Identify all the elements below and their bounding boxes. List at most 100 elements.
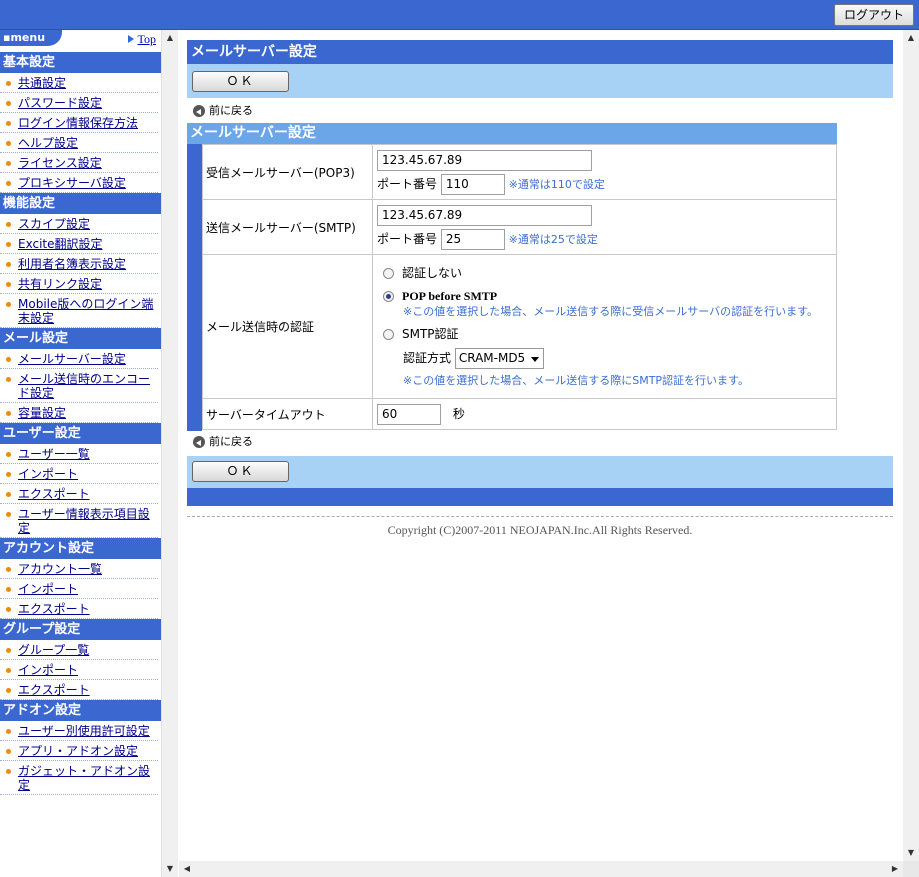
settings-table: 受信メールサーバー(POP3) 123.45.67.89 ポート番号 110 ※…: [202, 144, 837, 430]
sidebar-item[interactable]: インポート: [0, 464, 158, 484]
back-link-bottom[interactable]: 前に戻る: [193, 434, 253, 450]
vertical-scrollbar[interactable]: ▲ ▼: [903, 30, 919, 861]
radio-none[interactable]: [383, 267, 394, 279]
page-title: メールサーバー設定: [187, 40, 893, 64]
sidebar-item-link[interactable]: ヘルプ設定: [18, 136, 78, 150]
sidebar-item[interactable]: アプリ・アドオン設定: [0, 741, 158, 761]
auth-none-option[interactable]: 認証しない: [383, 266, 832, 281]
sidebar-item-link[interactable]: ガジェット・アドオン設定: [18, 764, 150, 792]
sidebar-item[interactable]: エクスポート: [0, 484, 158, 504]
sidebar-item[interactable]: インポート: [0, 579, 158, 599]
smtp-port-label: ポート番号: [377, 231, 438, 246]
sidebar-item[interactable]: パスワード設定: [0, 93, 158, 113]
sidebar-item[interactable]: ユーザー一覧: [0, 444, 158, 464]
sidebar-section-title: ユーザー設定: [0, 423, 161, 444]
sidebar-item-link[interactable]: スカイプ設定: [18, 217, 90, 231]
ok-button-top[interactable]: ＯＫ: [192, 71, 289, 92]
ok-bar-bottom: ＯＫ: [187, 456, 893, 488]
scroll-left-icon[interactable]: ◀: [179, 861, 195, 877]
radio-smtp[interactable]: [383, 328, 394, 340]
form-title: メールサーバー設定: [187, 123, 837, 144]
sidebar-item[interactable]: メール送信時のエンコード設定: [0, 369, 158, 403]
auth-method-label: 認証方式: [403, 350, 452, 365]
smtp-host-input[interactable]: 123.45.67.89: [377, 204, 592, 226]
sidebar-item[interactable]: グループ一覧: [0, 640, 158, 660]
sidebar-item-link[interactable]: 容量設定: [18, 406, 66, 420]
sidebar-section-title: アカウント設定: [0, 538, 161, 559]
sidebar-nav: 基本設定 共通設定 パスワード設定 ログイン情報保存方法 ヘルプ設定 ライセンス設定 プロキ…: [0, 52, 161, 795]
sidebar-item[interactable]: 共有リンク設定: [0, 274, 158, 294]
sidebar-item[interactable]: スカイプ設定: [0, 214, 158, 234]
scroll-up-icon[interactable]: ▲: [903, 30, 919, 46]
sidebar-item[interactable]: 共通設定: [0, 73, 158, 93]
sidebar-item-link[interactable]: グループ一覧: [18, 643, 89, 657]
smtp-port-input[interactable]: 25: [440, 228, 505, 250]
timeout-label: サーバータイムアウト: [202, 398, 373, 430]
sidebar-item-link[interactable]: ユーザー情報表示項目設定: [18, 507, 150, 535]
sidebar-item[interactable]: 利用者名簿表示設定: [0, 254, 158, 274]
sidebar-item[interactable]: プロキシサーバ設定: [0, 173, 158, 193]
auth-smtp-label: SMTP認証: [402, 326, 459, 341]
sidebar-item-link[interactable]: エクスポート: [18, 602, 90, 616]
sidebar-item-link[interactable]: Mobile版へのログイン端末設定: [18, 297, 153, 325]
sidebar-item-link[interactable]: エクスポート: [18, 683, 90, 697]
back-link-top[interactable]: 前に戻る: [193, 103, 253, 119]
sidebar-item[interactable]: Mobile版へのログイン端末設定: [0, 294, 158, 328]
scroll-up-icon[interactable]: ▲: [162, 30, 178, 46]
timeout-input[interactable]: 60: [377, 403, 441, 425]
sidebar-item[interactable]: 容量設定: [0, 403, 158, 423]
auth-pop-option[interactable]: POP before SMTP: [383, 289, 832, 304]
logout-button[interactable]: ログアウト: [834, 4, 914, 26]
sidebar-item[interactable]: メールサーバー設定: [0, 349, 158, 369]
pop3-port-input[interactable]: 110: [440, 173, 505, 195]
sidebar-item-link[interactable]: 利用者名簿表示設定: [18, 257, 126, 271]
sidebar-item-link[interactable]: メール送信時のエンコード設定: [18, 372, 150, 400]
sidebar-item-link[interactable]: ログイン情報保存方法: [18, 116, 138, 130]
sidebar-item[interactable]: ユーザー別使用許可設定: [0, 721, 158, 741]
auth-none-label: 認証しない: [402, 265, 463, 280]
sidebar-item[interactable]: ライセンス設定: [0, 153, 158, 173]
sidebar-item[interactable]: エクスポート: [0, 680, 158, 700]
pop3-note: ※通常は110で設定: [508, 177, 605, 191]
smtp-label: 送信メールサーバー(SMTP): [202, 199, 373, 255]
radio-pop[interactable]: [383, 290, 394, 302]
timeout-unit: 秒: [452, 406, 465, 421]
sidebar-item-link[interactable]: インポート: [18, 663, 78, 677]
sidebar-item-link[interactable]: プロキシサーバ設定: [18, 176, 126, 190]
pop3-host-input[interactable]: 123.45.67.89: [377, 149, 592, 171]
sidebar-item-link[interactable]: ライセンス設定: [18, 156, 102, 170]
scroll-down-icon[interactable]: ▼: [903, 845, 919, 861]
sidebar-item[interactable]: ヘルプ設定: [0, 133, 158, 153]
sidebar-item-link[interactable]: 共有リンク設定: [18, 277, 102, 291]
sidebar-item-link[interactable]: パスワード設定: [18, 96, 102, 110]
sidebar-item[interactable]: インポート: [0, 660, 158, 680]
auth-label: メール送信時の認証: [202, 254, 373, 399]
scroll-down-icon[interactable]: ▼: [162, 861, 178, 877]
auth-smtp-option[interactable]: SMTP認証: [383, 327, 832, 342]
horizontal-scrollbar[interactable]: ◀ ▶: [179, 861, 903, 877]
top-link[interactable]: Top: [127, 32, 156, 47]
sidebar-item[interactable]: ガジェット・アドオン設定: [0, 761, 158, 795]
auth-method-select[interactable]: CRAM-MD5: [454, 347, 545, 369]
sidebar-item-link[interactable]: メールサーバー設定: [18, 352, 126, 366]
sidebar-item-link[interactable]: アカウント一覧: [18, 562, 102, 576]
auth-pop-note: ※この値を選択した場合、メール送信する際に受信メールサーバの認証を行います。: [403, 304, 819, 318]
sidebar-item-link[interactable]: ユーザー別使用許可設定: [18, 724, 150, 738]
sidebar-item-link[interactable]: 共通設定: [18, 76, 66, 90]
sidebar-item[interactable]: ユーザー情報表示項目設定: [0, 504, 158, 538]
sidebar-item-link[interactable]: インポート: [18, 467, 78, 481]
sidebar-item-link[interactable]: インポート: [18, 582, 78, 596]
sidebar-item[interactable]: アカウント一覧: [0, 559, 158, 579]
sidebar-item-link[interactable]: Excite翻訳設定: [18, 237, 103, 251]
sidebar-item-link[interactable]: エクスポート: [18, 487, 90, 501]
sidebar-item-link[interactable]: ユーザー一覧: [18, 447, 90, 461]
scroll-right-icon[interactable]: ▶: [887, 861, 903, 877]
sidebar-item[interactable]: エクスポート: [0, 599, 158, 619]
back-label: 前に戻る: [209, 435, 253, 448]
sidebar-scrollbar[interactable]: ▲ ▼: [161, 30, 178, 877]
sidebar-item[interactable]: ログイン情報保存方法: [0, 113, 158, 133]
sidebar-item[interactable]: Excite翻訳設定: [0, 234, 158, 254]
ok-button-bottom[interactable]: ＯＫ: [192, 461, 289, 482]
sidebar-item-link[interactable]: アプリ・アドオン設定: [18, 744, 138, 758]
scroll-corner: [903, 861, 919, 877]
